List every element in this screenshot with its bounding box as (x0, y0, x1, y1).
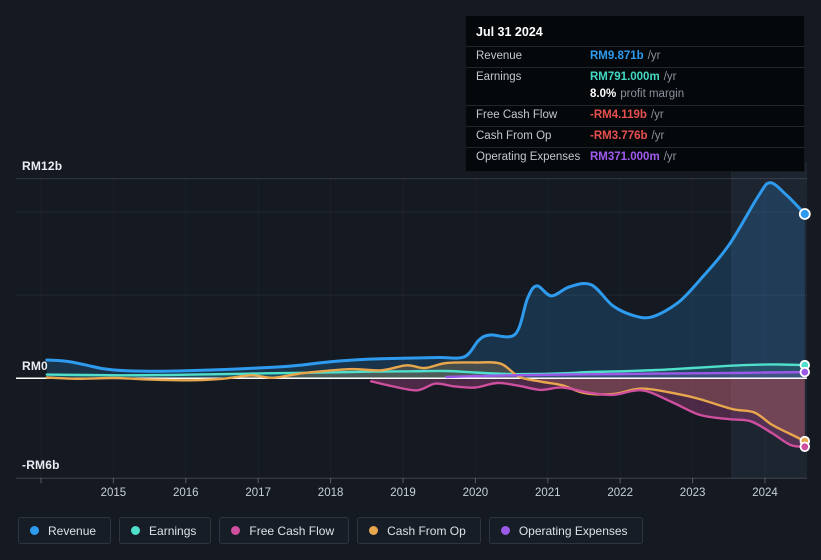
tooltip-row-free-cash-flow: Free Cash Flow -RM4.119b/yr (466, 105, 804, 126)
operating-expenses-value: RM371.000m (590, 151, 660, 163)
x-axis-year-label: 2019 (390, 487, 416, 499)
x-axis-year-label: 2020 (463, 487, 489, 499)
x-axis-year-label: 2023 (680, 487, 706, 499)
cash-from-op-unit: /yr (651, 130, 665, 142)
cash-from-op-value: -RM3.776b (590, 130, 648, 142)
legend-item-free-cash-flow[interactable]: Free Cash Flow (219, 517, 350, 544)
earnings-value: RM791.000m (590, 71, 660, 83)
earnings-unit: /yr (663, 71, 677, 83)
earnings-label: Earnings (476, 71, 522, 83)
tooltip-row-revenue: Revenue RM9.871b/yr (466, 46, 804, 67)
financials-chart-panel: RM12b RM0 -RM6b 2015 2016 2017 2018 2019 2020… (0, 0, 821, 560)
free-cash-flow-unit: /yr (650, 109, 664, 121)
x-axis-year-label: 2015 (101, 487, 127, 499)
x-axis-year-label: 2016 (173, 487, 199, 499)
chart-tooltip: Jul 31 2024 Revenue RM9.871b/yr Earnings RM… (465, 15, 805, 172)
y-axis-label-bottom: -RM6b (22, 458, 60, 472)
free-cash-flow-end-marker[interactable] (799, 441, 811, 453)
tooltip-date: Jul 31 2024 (476, 25, 543, 39)
y-axis-label-zero: RM0 (22, 359, 48, 373)
legend-dot-revenue (30, 526, 39, 535)
legend-dot-cash-from-op (369, 526, 379, 535)
free-cash-flow-label: Free Cash Flow (476, 109, 558, 121)
legend-item-cash-from-op[interactable]: Cash From Op (357, 517, 481, 544)
revenue-unit: /yr (647, 50, 661, 62)
operating-expenses-label: Operating Expenses (476, 151, 581, 163)
legend-item-earnings[interactable]: Earnings (119, 517, 212, 544)
x-axis-year-label: 2022 (607, 487, 633, 499)
cash-from-op-label: Cash From Op (476, 130, 552, 142)
legend-dot-free-cash-flow (231, 526, 241, 535)
legend-label-operating-expenses: Operating Expenses (518, 523, 628, 538)
legend-label-revenue: Revenue (48, 523, 97, 538)
chart-legend: Revenue Earnings Free Cash Flow Cash From O… (18, 517, 643, 544)
free-cash-flow-value: -RM4.119b (590, 109, 647, 121)
profit-margin-value: 8.0% (590, 88, 617, 100)
revenue-value: RM9.871b (590, 50, 644, 62)
revenue-end-marker[interactable] (798, 208, 811, 220)
operating-expenses-end-marker[interactable] (799, 366, 811, 378)
legend-label-free-cash-flow: Free Cash Flow (249, 523, 335, 538)
tooltip-rows: Revenue RM9.871b/yr Earnings RM791.000m/yr 8… (466, 46, 804, 168)
legend-item-revenue[interactable]: Revenue (18, 517, 112, 544)
legend-label-earnings: Earnings (149, 523, 197, 538)
revenue-label: Revenue (476, 50, 523, 62)
tooltip-row-earnings: Earnings RM791.000m/yr (466, 67, 804, 88)
legend-dot-operating-expenses (500, 526, 510, 535)
profit-margin-label: profit margin (620, 88, 685, 100)
legend-dot-earnings (131, 526, 141, 535)
tooltip-row-cash-from-op: Cash From Op -RM3.776b/yr (466, 126, 804, 147)
tooltip-row-profit-margin: 8.0% profit margin (466, 88, 804, 105)
legend-item-operating-expenses[interactable]: Operating Expenses (488, 517, 643, 544)
x-axis-year-label: 2024 (752, 487, 778, 499)
x-axis-year-label: 2017 (245, 487, 271, 499)
operating-expenses-unit: /yr (663, 151, 677, 163)
legend-label-cash-from-op: Cash From Op (387, 523, 466, 538)
y-axis-label-top: RM12b (22, 159, 63, 173)
x-axis-year-label: 2018 (318, 487, 344, 499)
tooltip-row-operating-expenses: Operating Expenses RM371.000m/yr (466, 147, 804, 168)
x-axis-year-label: 2021 (535, 487, 561, 499)
